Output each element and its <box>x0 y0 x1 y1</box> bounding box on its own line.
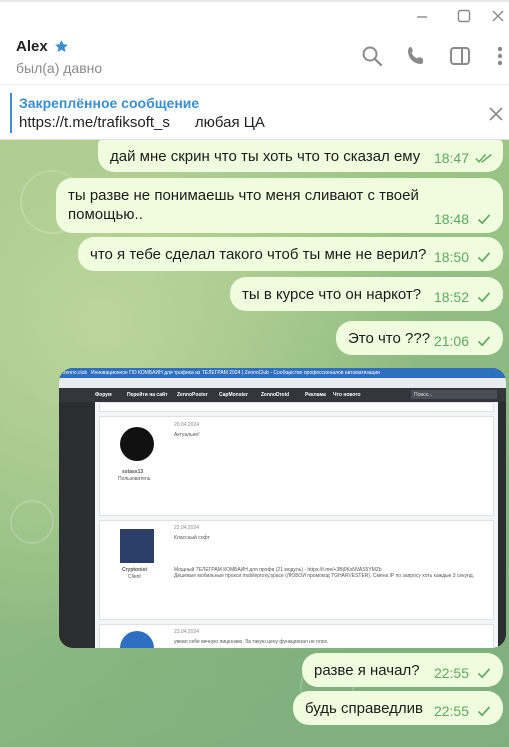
message-meta: 18:47 <box>434 150 493 166</box>
double-check-icon <box>475 153 492 163</box>
forum-nav-bar: Форум Перейти на сайт ZennoPoster CapMon… <box>59 388 506 402</box>
pinned-title: Закреплённое сообщение <box>19 95 200 111</box>
message-meta: 18:52 <box>434 289 493 305</box>
check-icon <box>477 705 491 716</box>
message-meta: 18:48 <box>434 211 493 227</box>
forum-search-placeholder: Поиск... <box>414 392 433 398</box>
forum-user-role: Пользователь <box>118 476 151 482</box>
message-bubble[interactable]: будь справедлив 22:55 <box>293 691 503 725</box>
more-icon[interactable] <box>488 44 509 68</box>
forum-nav-item: ZennoPoster <box>177 392 208 398</box>
forum-nav-item: Что нового <box>333 392 361 398</box>
sidebar-icon[interactable] <box>448 44 472 68</box>
forum-nav-item: Реклама <box>305 392 326 398</box>
star-icon <box>54 40 68 53</box>
forum-post: 23.04.2024 увеил себе вечную лицензию. З… <box>99 624 494 648</box>
pinned-accent-bar <box>10 93 12 133</box>
avatar <box>120 529 154 563</box>
message-meta: 22:55 <box>434 703 493 719</box>
message-text: разве я начал? <box>314 662 420 679</box>
message-bubble[interactable]: ты разве не понимаешь что меня сливают с… <box>56 178 503 233</box>
browser-tab-title: Инновационное ПО КОМБАЙН для трафика из … <box>91 370 380 376</box>
forum-nav-item: ZennoDroid <box>261 392 290 398</box>
pinned-text: https://t.me/trafiksoft_s любая ЦА <box>19 114 265 131</box>
forum-post-date: 22.04.2024 <box>174 525 200 531</box>
message-text: дай мне скрин что ты хоть что то сказал … <box>110 148 421 165</box>
browser-title-bar: zenno.club Инновационное ПО КОМБАЙН для … <box>59 368 506 378</box>
message-text-line2: помощью.. <box>68 206 143 223</box>
forum-user-role: Client <box>128 574 141 580</box>
search-icon[interactable] <box>360 44 384 68</box>
check-icon <box>477 213 491 224</box>
forum-post-text: Актуально! <box>174 432 200 438</box>
message-time: 22:55 <box>433 703 469 719</box>
check-icon <box>477 291 491 302</box>
window-titlebar <box>0 0 509 28</box>
forum-post-text: увеил себе вечную лицензию. За такую цен… <box>174 639 329 645</box>
message-text: Это что ??? <box>348 330 431 347</box>
message-time: 18:50 <box>433 249 469 265</box>
message-bubble[interactable]: дай мне скрин что ты хоть что то сказал … <box>98 140 503 172</box>
message-bubble[interactable]: разве я начал? 22:55 <box>302 653 503 687</box>
message-bubble[interactable]: Это что ??? 21:06 <box>336 321 503 355</box>
phone-icon[interactable] <box>404 44 428 68</box>
forum-username: sstass13 <box>122 469 144 475</box>
maximize-icon[interactable] <box>456 8 472 24</box>
browser-site: zenno.club <box>63 370 88 376</box>
contact-name-row[interactable]: Alex <box>16 38 69 55</box>
forum-post: sstass13 Пользователь 20.04.2024 Актуаль… <box>99 416 494 516</box>
forum-search-box: Поиск... <box>411 390 497 399</box>
forum-post-date: 20.04.2024 <box>174 422 200 428</box>
pinned-message[interactable]: Закреплённое сообщение https://t.me/traf… <box>0 84 509 140</box>
forum-nav-item: Форум <box>95 392 112 398</box>
attached-screenshot[interactable]: zenno.club Инновационное ПО КОМБАЙН для … <box>59 368 506 648</box>
message-text: ты разве не понимаешь что меня сливают с… <box>68 187 419 204</box>
message-text: ты в курсе что он наркот? <box>242 286 422 303</box>
avatar <box>120 631 154 648</box>
check-icon <box>477 251 491 262</box>
forum-nav-item: Перейти на сайт <box>127 392 168 398</box>
message-text: что я тебе сделал такого чтоб ты мне не … <box>90 246 427 263</box>
avatar <box>120 427 154 461</box>
forum-username: Cryptonist <box>122 567 147 573</box>
close-icon[interactable] <box>487 105 505 123</box>
message-time: 21:06 <box>433 333 469 349</box>
minimize-icon[interactable] <box>414 8 430 24</box>
chat-area[interactable]: дай мне скрин что ты хоть что то сказал … <box>0 140 509 747</box>
contact-name[interactable]: Alex <box>16 38 48 55</box>
message-meta: 22:55 <box>434 665 493 681</box>
message-meta: 18:50 <box>434 249 493 265</box>
message-bubble[interactable]: ты в курсе что он наркот? 18:52 <box>230 277 503 311</box>
forum-page: sstass13 Пользователь 20.04.2024 Актуаль… <box>95 402 498 648</box>
message-meta: 21:06 <box>434 333 493 349</box>
chat-header[interactable]: Alex был(а) давно <box>0 28 509 84</box>
message-bubble[interactable]: что я тебе сделал такого чтоб ты мне не … <box>78 237 503 271</box>
check-icon <box>477 667 491 678</box>
message-time: 18:48 <box>433 211 469 227</box>
forum-post-promo2: Дешевые мобильные прокси mobileproxy.spa… <box>174 573 475 579</box>
browser-bookmarks-bar <box>59 378 506 388</box>
contact-status: был(а) давно <box>16 60 103 76</box>
forum-post <box>99 402 494 412</box>
close-icon[interactable] <box>490 8 506 24</box>
forum-post: Cryptonist Client 22.04.2024 Классный со… <box>99 520 494 620</box>
background-doodle <box>10 500 54 544</box>
check-icon <box>477 335 491 346</box>
message-text: будь справедлив <box>305 700 423 717</box>
forum-nav-item: CapMonster <box>219 392 248 398</box>
message-time: 18:52 <box>433 289 469 305</box>
message-time: 18:47 <box>433 150 469 166</box>
forum-post-date: 23.04.2024 <box>174 629 200 635</box>
forum-post-text: Классный софт <box>174 535 210 541</box>
message-time: 22:55 <box>433 665 469 681</box>
